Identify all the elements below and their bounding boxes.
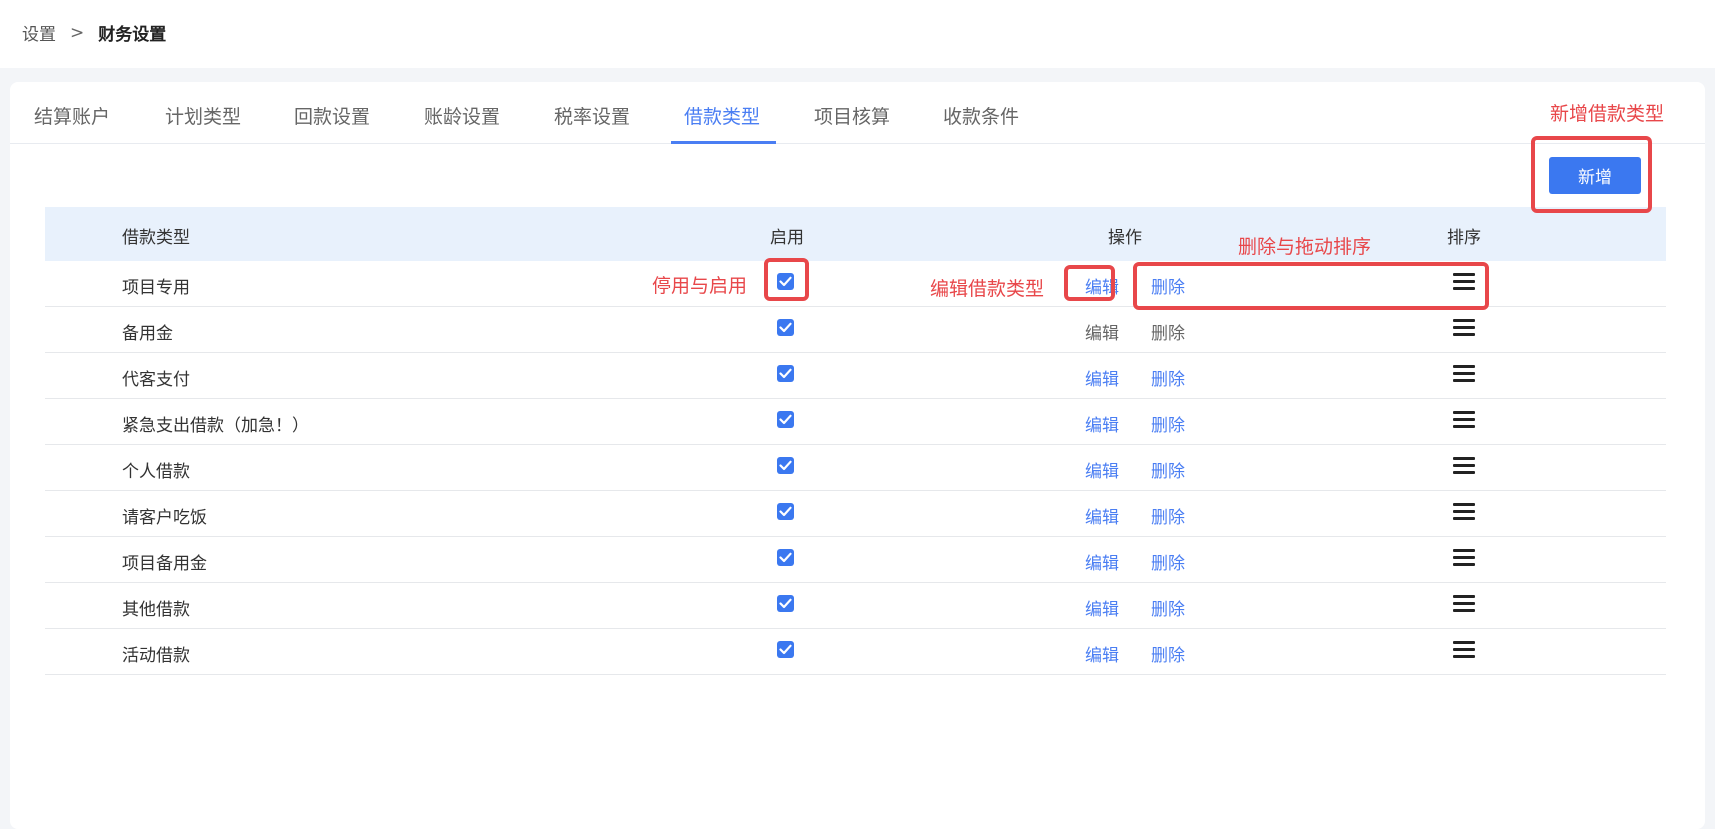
tab-settlement-account[interactable]: 结算账户 (34, 102, 110, 144)
drag-handle-icon (1453, 317, 1475, 337)
table-body: 项目专用 编辑 删除 备用金 编辑 删除 代客支付 编辑 删除 紧急支出借款（加急！） 编辑 删除 个人… (45, 261, 1666, 675)
table-row: 活动借款 编辑 删除 (45, 629, 1666, 675)
tab-payment-settings[interactable]: 回款设置 (294, 102, 370, 144)
tab-bar: 结算账户 计划类型 回款设置 账龄设置 税率设置 借款类型 项目核算 收款条件 (10, 82, 1705, 144)
tab-loan-type[interactable]: 借款类型 (684, 102, 760, 144)
checkbox-checked-icon (777, 641, 794, 658)
drag-handle-icon (1453, 409, 1475, 429)
edit-link[interactable]: 编辑 (1085, 319, 1119, 344)
header-enabled: 启用 (770, 228, 804, 248)
enabled-checkbox[interactable] (777, 365, 794, 387)
drag-handle[interactable] (1453, 501, 1475, 526)
edit-link[interactable]: 编辑 (1085, 549, 1119, 574)
checkbox-checked-icon (777, 319, 794, 336)
drag-handle-icon (1453, 547, 1475, 567)
annotation-add-box (1531, 136, 1652, 213)
loan-type-name: 活动借款 (122, 646, 190, 666)
loan-type-name: 项目备用金 (122, 554, 207, 574)
drag-handle-icon (1453, 501, 1475, 521)
breadcrumb-parent[interactable]: 设置 (22, 20, 56, 45)
edit-link[interactable]: 编辑 (1085, 503, 1119, 528)
enabled-checkbox[interactable] (777, 411, 794, 433)
header-name: 借款类型 (122, 228, 190, 248)
table-row: 备用金 编辑 删除 (45, 307, 1666, 353)
delete-link[interactable]: 删除 (1151, 365, 1185, 390)
enabled-checkbox[interactable] (777, 549, 794, 571)
annotation-delete-sort-box (1133, 262, 1489, 310)
annotation-toggle-box (764, 258, 809, 301)
active-tab-indicator (671, 141, 776, 144)
drag-handle[interactable] (1453, 639, 1475, 664)
top-bar: 设置 > 财务设置 (0, 0, 1715, 68)
loan-type-name: 紧急支出借款（加急！） (122, 416, 309, 436)
table-row: 个人借款 编辑 删除 (45, 445, 1666, 491)
loan-type-name: 其他借款 (122, 600, 190, 620)
delete-link[interactable]: 删除 (1151, 319, 1185, 344)
delete-link[interactable]: 删除 (1151, 411, 1185, 436)
drag-handle[interactable] (1453, 455, 1475, 480)
table-row: 项目备用金 编辑 删除 (45, 537, 1666, 583)
edit-link[interactable]: 编辑 (1085, 365, 1119, 390)
table-row: 紧急支出借款（加急！） 编辑 删除 (45, 399, 1666, 445)
table-header: 借款类型 启用 操作 排序 (45, 207, 1666, 261)
enabled-checkbox[interactable] (777, 457, 794, 479)
delete-link[interactable]: 删除 (1151, 457, 1185, 482)
drag-handle[interactable] (1453, 409, 1475, 434)
delete-link[interactable]: 删除 (1151, 595, 1185, 620)
delete-link[interactable]: 删除 (1151, 641, 1185, 666)
delete-link[interactable]: 删除 (1151, 503, 1185, 528)
checkbox-checked-icon (777, 503, 794, 520)
enabled-checkbox[interactable] (777, 319, 794, 341)
table-row: 代客支付 编辑 删除 (45, 353, 1666, 399)
drag-handle-icon (1453, 455, 1475, 475)
annotation-edit-box (1064, 265, 1115, 301)
loan-type-name: 请客户吃饭 (122, 508, 207, 528)
annotation-toggle-label: 停用与启用 (652, 275, 748, 297)
checkbox-checked-icon (777, 411, 794, 428)
annotation-edit-label: 编辑借款类型 (930, 278, 1045, 300)
enabled-checkbox[interactable] (777, 641, 794, 663)
table-row: 请客户吃饭 编辑 删除 (45, 491, 1666, 537)
tab-receipt-terms[interactable]: 收款条件 (943, 102, 1019, 144)
drag-handle[interactable] (1453, 317, 1475, 342)
loan-type-name: 备用金 (122, 324, 173, 344)
loan-type-name: 个人借款 (122, 462, 190, 482)
tab-tax-settings[interactable]: 税率设置 (554, 102, 630, 144)
header-actions: 操作 (1108, 228, 1142, 248)
loan-type-name: 代客支付 (122, 370, 190, 390)
breadcrumb-separator: > (70, 22, 85, 43)
edit-link[interactable]: 编辑 (1085, 457, 1119, 482)
checkbox-checked-icon (777, 365, 794, 382)
edit-link[interactable]: 编辑 (1085, 641, 1119, 666)
settings-panel: 结算账户 计划类型 回款设置 账龄设置 税率设置 借款类型 项目核算 收款条件 … (10, 82, 1705, 829)
checkbox-checked-icon (777, 457, 794, 474)
tab-project-accounting[interactable]: 项目核算 (814, 102, 890, 144)
table-row: 其他借款 编辑 删除 (45, 583, 1666, 629)
edit-link[interactable]: 编辑 (1085, 595, 1119, 620)
enabled-checkbox[interactable] (777, 503, 794, 525)
header-sort: 排序 (1447, 228, 1481, 248)
drag-handle-icon (1453, 593, 1475, 613)
annotation-add-label: 新增借款类型 (1550, 103, 1665, 125)
checkbox-checked-icon (777, 595, 794, 612)
annotation-delete-sort-label: 删除与拖动排序 (1238, 236, 1372, 258)
loan-type-name: 项目专用 (122, 278, 190, 298)
tab-plan-type[interactable]: 计划类型 (165, 102, 241, 144)
breadcrumb: 设置 > 财务设置 (22, 20, 167, 46)
drag-handle-icon (1453, 363, 1475, 383)
tab-aging-settings[interactable]: 账龄设置 (424, 102, 500, 144)
drag-handle[interactable] (1453, 363, 1475, 388)
edit-link[interactable]: 编辑 (1085, 411, 1119, 436)
delete-link[interactable]: 删除 (1151, 549, 1185, 574)
drag-handle[interactable] (1453, 593, 1475, 618)
enabled-checkbox[interactable] (777, 595, 794, 617)
drag-handle-icon (1453, 639, 1475, 659)
drag-handle[interactable] (1453, 547, 1475, 572)
checkbox-checked-icon (777, 549, 794, 566)
breadcrumb-current: 财务设置 (98, 25, 167, 45)
